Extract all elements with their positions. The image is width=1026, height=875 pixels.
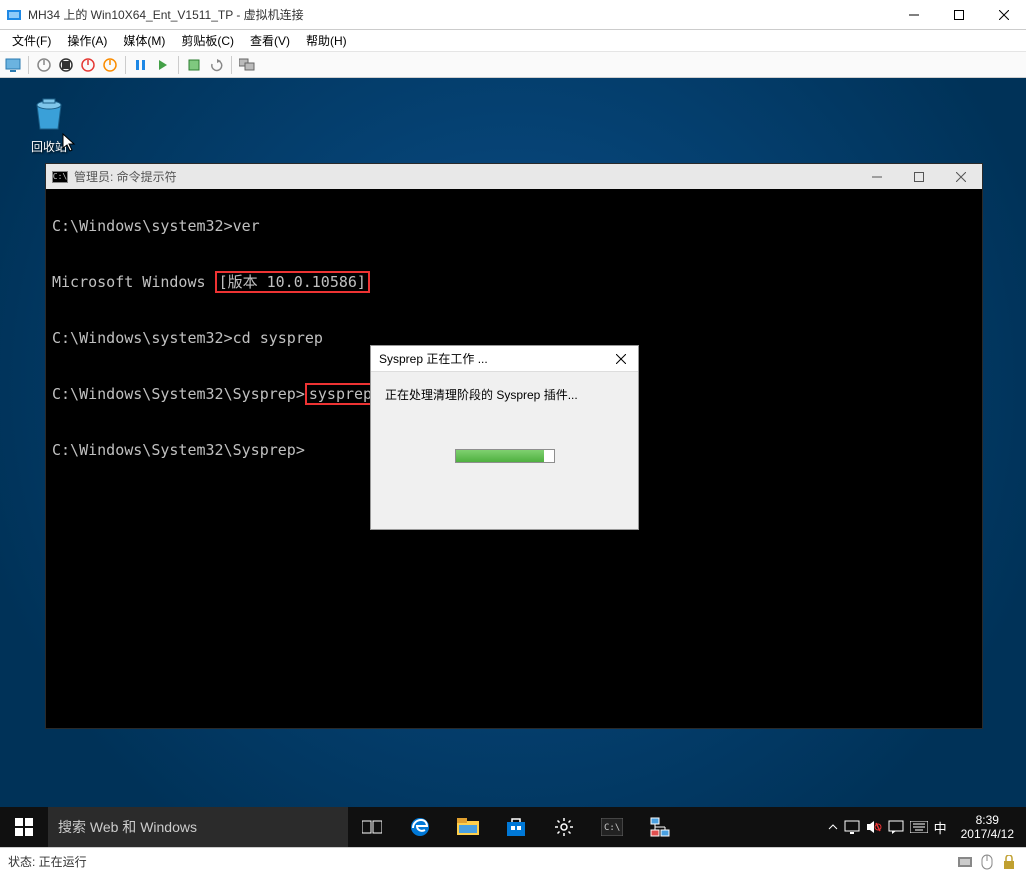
tray-ime-indicator[interactable]: 中 — [934, 818, 947, 837]
enhanced-session-button[interactable] — [238, 56, 256, 74]
status-nic-icon[interactable] — [956, 853, 974, 871]
search-placeholder: 搜索 Web 和 Windows — [58, 817, 197, 837]
tray-volume-icon[interactable] — [866, 820, 882, 834]
cmd-title: 管理员: 命令提示符 — [74, 168, 856, 185]
close-button[interactable] — [981, 0, 1026, 30]
reset-vm-button[interactable] — [154, 56, 172, 74]
status-mouse-icon[interactable] — [978, 853, 996, 871]
version-highlight: [版本 10.0.10586] — [215, 271, 370, 293]
tray-network-icon[interactable] — [844, 820, 860, 834]
cmd-titlebar[interactable]: C:\ 管理员: 命令提示符 — [46, 164, 982, 189]
sysprep-close-button[interactable] — [612, 354, 630, 364]
start-button[interactable] — [0, 807, 48, 847]
explorer-icon[interactable] — [444, 818, 492, 836]
tray-chevron-up-icon[interactable] — [828, 822, 838, 832]
mouse-cursor-icon — [62, 133, 78, 153]
cmd-minimize-button[interactable] — [856, 164, 898, 189]
cmd-prompt: C:\Windows\system32> — [52, 329, 233, 347]
tray-keyboard-icon[interactable] — [910, 821, 928, 833]
vm-status-text: 状态: 正在运行 — [8, 853, 87, 870]
store-icon[interactable] — [492, 817, 540, 837]
cmd-prompt: C:\Windows\System32\Sysprep> — [52, 441, 305, 459]
vm-toolbar — [0, 52, 1026, 78]
cmd-prompt: C:\Windows\System32\Sysprep> — [52, 385, 305, 403]
svg-text:C:\: C:\ — [604, 823, 620, 833]
cmd-icon: C:\ — [52, 171, 68, 183]
sysprep-dialog: Sysprep 正在工作 ... 正在处理清理阶段的 Sysprep 插件... — [370, 345, 639, 530]
status-lock-icon[interactable] — [1000, 853, 1018, 871]
checkpoint-button[interactable] — [185, 56, 203, 74]
settings-icon[interactable] — [540, 817, 588, 837]
tray-time: 8:39 — [961, 813, 1014, 827]
cmd-text: cd sysprep — [233, 329, 323, 347]
cmd-text: ver — [233, 217, 260, 235]
save-vm-button[interactable] — [101, 56, 119, 74]
taskbar-search[interactable]: 搜索 Web 和 Windows — [48, 807, 348, 847]
edge-icon[interactable] — [396, 816, 444, 838]
ctrl-alt-del-button[interactable] — [4, 56, 22, 74]
menu-clipboard[interactable]: 剪贴板(C) — [173, 30, 242, 51]
guest-taskbar: 搜索 Web 和 Windows C:\ 中 8:39 2017/4/12 — [0, 807, 1026, 847]
tray-action-center-icon[interactable] — [888, 820, 904, 834]
sysprep-titlebar[interactable]: Sysprep 正在工作 ... — [371, 346, 638, 372]
menu-action[interactable]: 操作(A) — [59, 30, 115, 51]
cmd-close-button[interactable] — [940, 164, 982, 189]
vm-menubar: 文件(F) 操作(A) 媒体(M) 剪贴板(C) 查看(V) 帮助(H) — [0, 30, 1026, 52]
pause-vm-button[interactable] — [132, 56, 150, 74]
system-tray: 中 8:39 2017/4/12 — [824, 807, 1026, 847]
network-taskbar-icon[interactable] — [636, 817, 684, 837]
cmd-taskbar-icon[interactable]: C:\ — [588, 818, 636, 836]
cmd-prompt: C:\Windows\system32> — [52, 217, 233, 235]
menu-file[interactable]: 文件(F) — [4, 30, 59, 51]
maximize-button[interactable] — [936, 0, 981, 30]
cmd-text: Microsoft Windows — [52, 273, 215, 291]
shutdown-vm-button[interactable] — [79, 56, 97, 74]
menu-view[interactable]: 查看(V) — [242, 30, 298, 51]
minimize-button[interactable] — [891, 0, 936, 30]
sysprep-title: Sysprep 正在工作 ... — [379, 350, 612, 367]
vm-window-title: MH34 上的 Win10X64_Ent_V1511_TP - 虚拟机连接 — [28, 6, 891, 23]
cmd-maximize-button[interactable] — [898, 164, 940, 189]
sysprep-message: 正在处理清理阶段的 Sysprep 插件... — [385, 386, 624, 403]
menu-media[interactable]: 媒体(M) — [115, 30, 173, 51]
revert-button[interactable] — [207, 56, 225, 74]
tray-clock[interactable]: 8:39 2017/4/12 — [953, 813, 1022, 841]
tray-date: 2017/4/12 — [961, 827, 1014, 841]
vm-app-icon — [6, 7, 22, 23]
task-view-button[interactable] — [348, 819, 396, 835]
vm-statusbar: 状态: 正在运行 — [0, 847, 1026, 875]
menu-help[interactable]: 帮助(H) — [298, 30, 355, 51]
turnoff-vm-button[interactable] — [57, 56, 75, 74]
start-vm-button[interactable] — [35, 56, 53, 74]
sysprep-progressbar — [455, 449, 555, 463]
vm-window-titlebar: MH34 上的 Win10X64_Ent_V1511_TP - 虚拟机连接 — [0, 0, 1026, 30]
guest-desktop: 回收站 C:\ 管理员: 命令提示符 C:\Windows\system32>v… — [0, 78, 1026, 847]
